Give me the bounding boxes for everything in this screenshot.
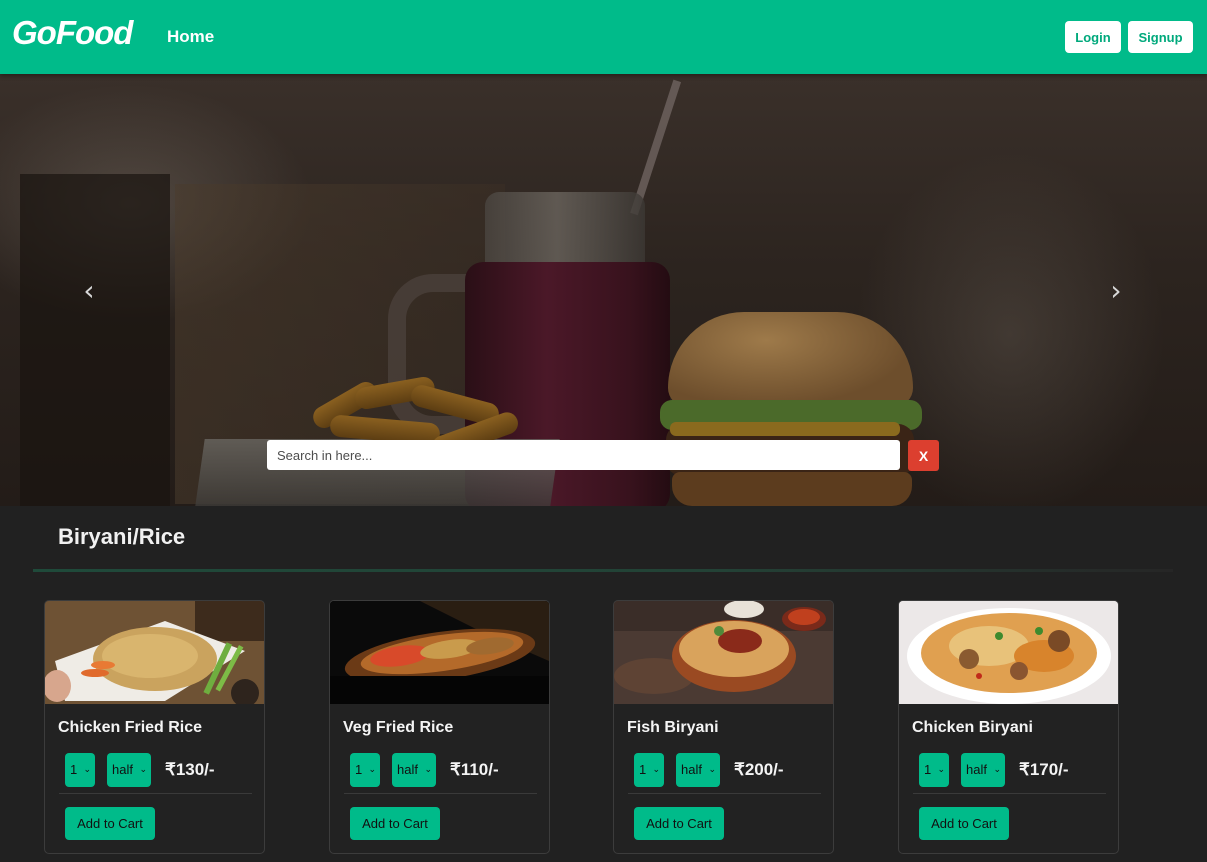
food-price: ₹170/- bbox=[1019, 760, 1069, 779]
chevron-down-icon: ⌄ bbox=[139, 765, 147, 775]
burger-image bbox=[660, 312, 922, 506]
card-divider bbox=[344, 793, 537, 794]
search-input[interactable] bbox=[267, 440, 900, 470]
quantity-value: 1 bbox=[70, 762, 78, 777]
category-divider bbox=[33, 569, 1173, 572]
food-image bbox=[899, 601, 1118, 704]
food-price: ₹110/- bbox=[450, 760, 499, 779]
chevron-down-icon: ⌄ bbox=[993, 765, 1001, 775]
food-name: Chicken Biryani bbox=[912, 719, 1033, 736]
signup-button[interactable]: Signup bbox=[1128, 21, 1193, 53]
chevron-down-icon: ⌄ bbox=[368, 765, 376, 775]
carousel-next-icon[interactable]: › bbox=[1103, 276, 1129, 306]
veg-fried-rice-photo bbox=[330, 601, 549, 704]
size-select[interactable]: half ⌄ bbox=[392, 753, 436, 787]
search-clear-button[interactable]: X bbox=[908, 440, 939, 471]
chevron-down-icon: ⌄ bbox=[652, 765, 660, 775]
quantity-value: 1 bbox=[639, 762, 647, 777]
food-card: Veg Fried Rice 1 ⌄ half ⌄ ₹110/- Add to Ca… bbox=[329, 600, 550, 854]
add-to-cart-button[interactable]: Add to Cart bbox=[634, 807, 724, 840]
food-price: ₹130/- bbox=[165, 760, 215, 779]
card-divider bbox=[59, 793, 252, 794]
add-to-cart-button[interactable]: Add to Cart bbox=[65, 807, 155, 840]
chevron-down-icon: ⌄ bbox=[937, 765, 945, 775]
size-value: half bbox=[966, 762, 987, 777]
quantity-select[interactable]: 1 ⌄ bbox=[919, 753, 949, 787]
chevron-down-icon: ⌄ bbox=[83, 765, 91, 775]
navbar: GoFood Home Login Signup bbox=[0, 0, 1207, 74]
carousel-prev-icon[interactable]: ‹ bbox=[76, 276, 102, 306]
chicken-biryani-photo bbox=[899, 601, 1118, 704]
size-value: half bbox=[397, 762, 418, 777]
food-price: ₹200/- bbox=[734, 760, 784, 779]
quantity-value: 1 bbox=[924, 762, 932, 777]
food-image bbox=[614, 601, 833, 704]
quantity-select[interactable]: 1 ⌄ bbox=[65, 753, 95, 787]
food-card: Chicken Fried Rice 1 ⌄ half ⌄ ₹130/- Add t… bbox=[44, 600, 265, 854]
hero-shadow bbox=[20, 174, 170, 506]
card-divider bbox=[913, 793, 1106, 794]
add-to-cart-button[interactable]: Add to Cart bbox=[350, 807, 440, 840]
chevron-down-icon: ⌄ bbox=[708, 765, 716, 775]
food-name: Fish Biryani bbox=[627, 719, 719, 736]
burger-cheese bbox=[670, 422, 900, 436]
food-image bbox=[45, 601, 264, 704]
chicken-fried-rice-photo bbox=[45, 601, 264, 704]
size-select[interactable]: half ⌄ bbox=[961, 753, 1005, 787]
food-card: Chicken Biryani 1 ⌄ half ⌄ ₹170/- Add to C… bbox=[898, 600, 1119, 854]
food-image bbox=[330, 601, 549, 704]
card-divider bbox=[628, 793, 821, 794]
add-to-cart-button[interactable]: Add to Cart bbox=[919, 807, 1009, 840]
size-select[interactable]: half ⌄ bbox=[107, 753, 151, 787]
size-value: half bbox=[112, 762, 133, 777]
quantity-value: 1 bbox=[355, 762, 363, 777]
quantity-select[interactable]: 1 ⌄ bbox=[634, 753, 664, 787]
size-select[interactable]: half ⌄ bbox=[676, 753, 720, 787]
login-button[interactable]: Login bbox=[1065, 21, 1121, 53]
food-card: Fish Biryani 1 ⌄ half ⌄ ₹200/- Add to Cart bbox=[613, 600, 834, 854]
category-title: Biryani/Rice bbox=[58, 524, 186, 549]
chevron-down-icon: ⌄ bbox=[424, 765, 432, 775]
food-name: Chicken Fried Rice bbox=[58, 719, 203, 736]
food-name: Veg Fried Rice bbox=[343, 719, 454, 736]
size-value: half bbox=[681, 762, 702, 777]
jar-lid bbox=[485, 192, 645, 267]
burger-bun-top bbox=[668, 312, 913, 407]
brand-logo[interactable]: GoFood bbox=[12, 14, 133, 52]
quantity-select[interactable]: 1 ⌄ bbox=[350, 753, 380, 787]
fish-biryani-photo bbox=[614, 601, 833, 704]
nav-home-link[interactable]: Home bbox=[167, 27, 214, 47]
hero-carousel: ‹ › X bbox=[0, 74, 1207, 506]
burger-bun-bottom bbox=[672, 472, 912, 506]
